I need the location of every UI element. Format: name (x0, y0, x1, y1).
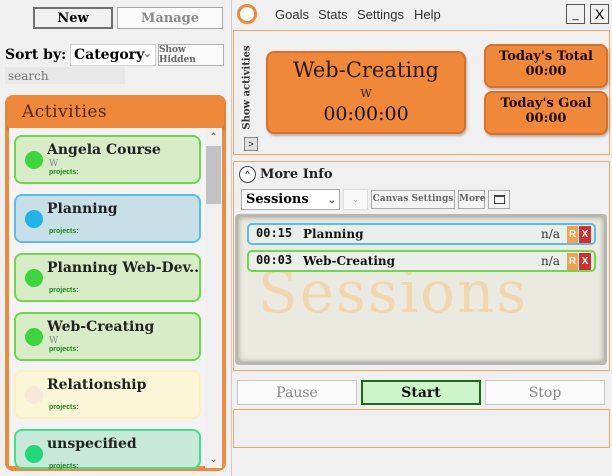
activity-subtitle: W (49, 336, 59, 346)
session-activity: Web-Creating (303, 254, 396, 268)
popout-window-icon[interactable] (488, 190, 510, 209)
chevron-down-icon: ⌄ (142, 47, 152, 60)
activity-name: Relationship (47, 377, 147, 393)
menu-stats[interactable]: Stats (318, 7, 348, 22)
current-activity-name: Web-Creating (292, 58, 439, 82)
view-select-value: Sessions (246, 192, 309, 207)
session-value: n/a (541, 254, 560, 268)
scrollbar-thumb[interactable] (206, 146, 221, 204)
activity-projects: projects: (49, 404, 79, 411)
sort-select-value: Category (74, 47, 145, 63)
activity-projects: projects: (49, 463, 79, 470)
more-info-title: More Info (260, 167, 333, 182)
show-activities-toggle[interactable]: Show activities (236, 40, 258, 135)
activity-item[interactable]: Angela Course W projects: (14, 135, 201, 184)
activity-color-dot (25, 328, 43, 346)
app-logo-icon (237, 4, 257, 24)
activity-projects: projects: (49, 346, 79, 353)
activities-title: Activities (22, 102, 108, 122)
session-delete-button[interactable]: X (579, 253, 591, 270)
manage-button[interactable]: Manage (117, 7, 223, 29)
activity-projects: projects: (49, 169, 79, 176)
view-select[interactable]: Sessions ⌄ (241, 189, 340, 210)
new-button[interactable]: New (33, 7, 113, 29)
session-row[interactable]: 00:15 Planning n/a R X (247, 223, 596, 245)
menu-goals[interactable]: Goals (275, 7, 309, 22)
activity-projects: projects: (49, 287, 79, 294)
todays-goal-card: Today's Goal 00:00 (484, 91, 608, 135)
current-activity-subtitle: W (360, 87, 372, 100)
session-duration: 00:03 (256, 253, 293, 267)
todays-total-label: Today's Total (499, 49, 593, 64)
menu-settings[interactable]: Settings (357, 7, 404, 22)
activity-name: Web-Creating (47, 319, 155, 335)
session-restart-button[interactable]: R (567, 253, 578, 270)
show-activities-arrow-icon[interactable]: > (244, 137, 258, 151)
todays-total-value: 00:00 (525, 64, 567, 79)
todays-total-card: Today's Total 00:00 (484, 44, 608, 88)
current-timer: 00:00:00 (323, 103, 409, 125)
activity-item[interactable]: Planning Web-Dev.. projects: (14, 253, 201, 302)
session-value: n/a (541, 227, 560, 241)
activity-color-dot (25, 445, 43, 463)
session-row[interactable]: 00:03 Web-Creating n/a R X (247, 250, 596, 272)
activity-item[interactable]: Web-Creating W projects: (14, 312, 201, 361)
activity-item[interactable]: Relationship projects: (14, 370, 201, 419)
session-delete-button[interactable]: X (579, 226, 591, 243)
activity-color-dot (25, 151, 43, 169)
activity-color-dot (25, 210, 43, 228)
show-activities-label: Show activities (241, 45, 253, 130)
secondary-select[interactable]: ⌄ (343, 189, 368, 210)
chevron-down-icon: ⌄ (327, 195, 336, 206)
close-button[interactable]: X (590, 4, 609, 24)
activity-subtitle: W (49, 159, 59, 169)
start-button[interactable]: Start (361, 380, 481, 405)
pause-button[interactable]: Pause (237, 380, 357, 405)
more-button[interactable]: More (458, 190, 485, 209)
session-restart-button[interactable]: R (567, 226, 578, 243)
sort-select[interactable]: Category ⌄ (70, 44, 156, 66)
minimize-button[interactable]: _ (566, 4, 585, 24)
activity-projects: projects: (49, 228, 79, 235)
collapse-icon[interactable]: ^ (239, 166, 256, 183)
activity-color-dot (25, 269, 43, 287)
todays-goal-value: 00:00 (525, 111, 567, 126)
activity-item[interactable]: Planning projects: (14, 194, 201, 243)
show-hidden-button[interactable]: Show Hidden (158, 44, 224, 66)
scroll-up-icon[interactable]: ⌃ (205, 130, 222, 146)
status-area (233, 409, 610, 448)
search-input[interactable] (5, 67, 125, 84)
session-duration: 00:15 (256, 226, 293, 240)
canvas-settings-button[interactable]: Canvas Settings (371, 190, 455, 209)
menu-help[interactable]: Help (414, 7, 441, 22)
activity-name: Planning Web-Dev.. (47, 260, 200, 276)
activity-name: Angela Course (47, 142, 161, 158)
stop-button[interactable]: Stop (485, 380, 605, 405)
session-activity: Planning (303, 227, 364, 241)
activity-name: Planning (47, 201, 118, 217)
todays-goal-label: Today's Goal (500, 96, 592, 111)
scroll-down-icon[interactable]: ⌄ (205, 452, 222, 468)
activity-color-dot (25, 386, 43, 404)
activity-item[interactable]: unspecified projects: (14, 429, 201, 470)
panel-divider (231, 0, 232, 476)
sort-by-label: Sort by: (5, 47, 67, 63)
activity-name: unspecified (47, 436, 137, 452)
